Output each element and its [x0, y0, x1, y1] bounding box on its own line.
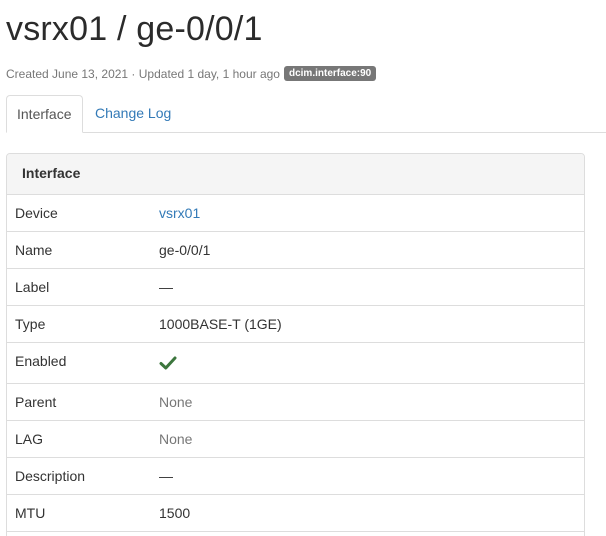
attr-label: Enabled — [15, 353, 67, 369]
attr-value: None — [159, 431, 193, 447]
attr-row-enabled: Enabled — [7, 343, 584, 384]
attr-label: Name — [15, 242, 53, 258]
attr-label: Parent — [15, 394, 57, 410]
attr-value: ge-0/0/1 — [159, 242, 211, 258]
page-title: vsrx01 / ge-0/0/1 — [6, 10, 263, 48]
attr-value: None — [159, 394, 193, 410]
attr-row-type: Type 1000BASE-T (1GE) — [7, 306, 584, 343]
page: vsrx01 / ge-0/0/1 Created June 13, 2021 … — [0, 0, 606, 536]
attr-value: 1000BASE-T (1GE) — [159, 316, 282, 332]
attr-value: 1500 — [159, 505, 191, 521]
panel-heading: Interface — [7, 154, 584, 195]
attr-value: — — [159, 279, 173, 295]
tab-bar: Interface Change Log — [6, 95, 606, 133]
object-id-badge: dcim.interface:90 — [283, 66, 377, 81]
object-meta: Created June 13, 2021 · Updated 1 day, 1… — [6, 66, 377, 81]
attr-label: LAG — [15, 431, 44, 447]
attr-label: Description — [15, 468, 86, 484]
attr-row-description: Description — — [7, 458, 584, 495]
attr-row-device: Device vsrx01 — [7, 195, 584, 232]
tab-change-log[interactable]: Change Log — [85, 95, 181, 133]
meta-text: Created June 13, 2021 · Updated 1 day, 1… — [6, 66, 280, 81]
attr-label: MTU — [15, 505, 46, 521]
attr-label: Device — [15, 205, 58, 221]
interface-panel: Interface Device vsrx01 Name ge-0/0/1 La… — [6, 153, 585, 536]
attr-row-lag: LAG None — [7, 421, 584, 458]
attr-label: Label — [15, 279, 50, 295]
attr-row-label: Label — — [7, 269, 584, 306]
attr-value: — — [159, 468, 173, 484]
attr-row-mtu: MTU 1500 — [7, 495, 584, 532]
attr-row-parent: Parent None — [7, 384, 584, 421]
device-link[interactable]: vsrx01 — [159, 205, 200, 221]
check-icon — [159, 356, 177, 370]
tab-interface[interactable]: Interface — [6, 95, 83, 133]
attr-row-name: Name ge-0/0/1 — [7, 232, 584, 269]
attr-label: Type — [15, 316, 46, 332]
